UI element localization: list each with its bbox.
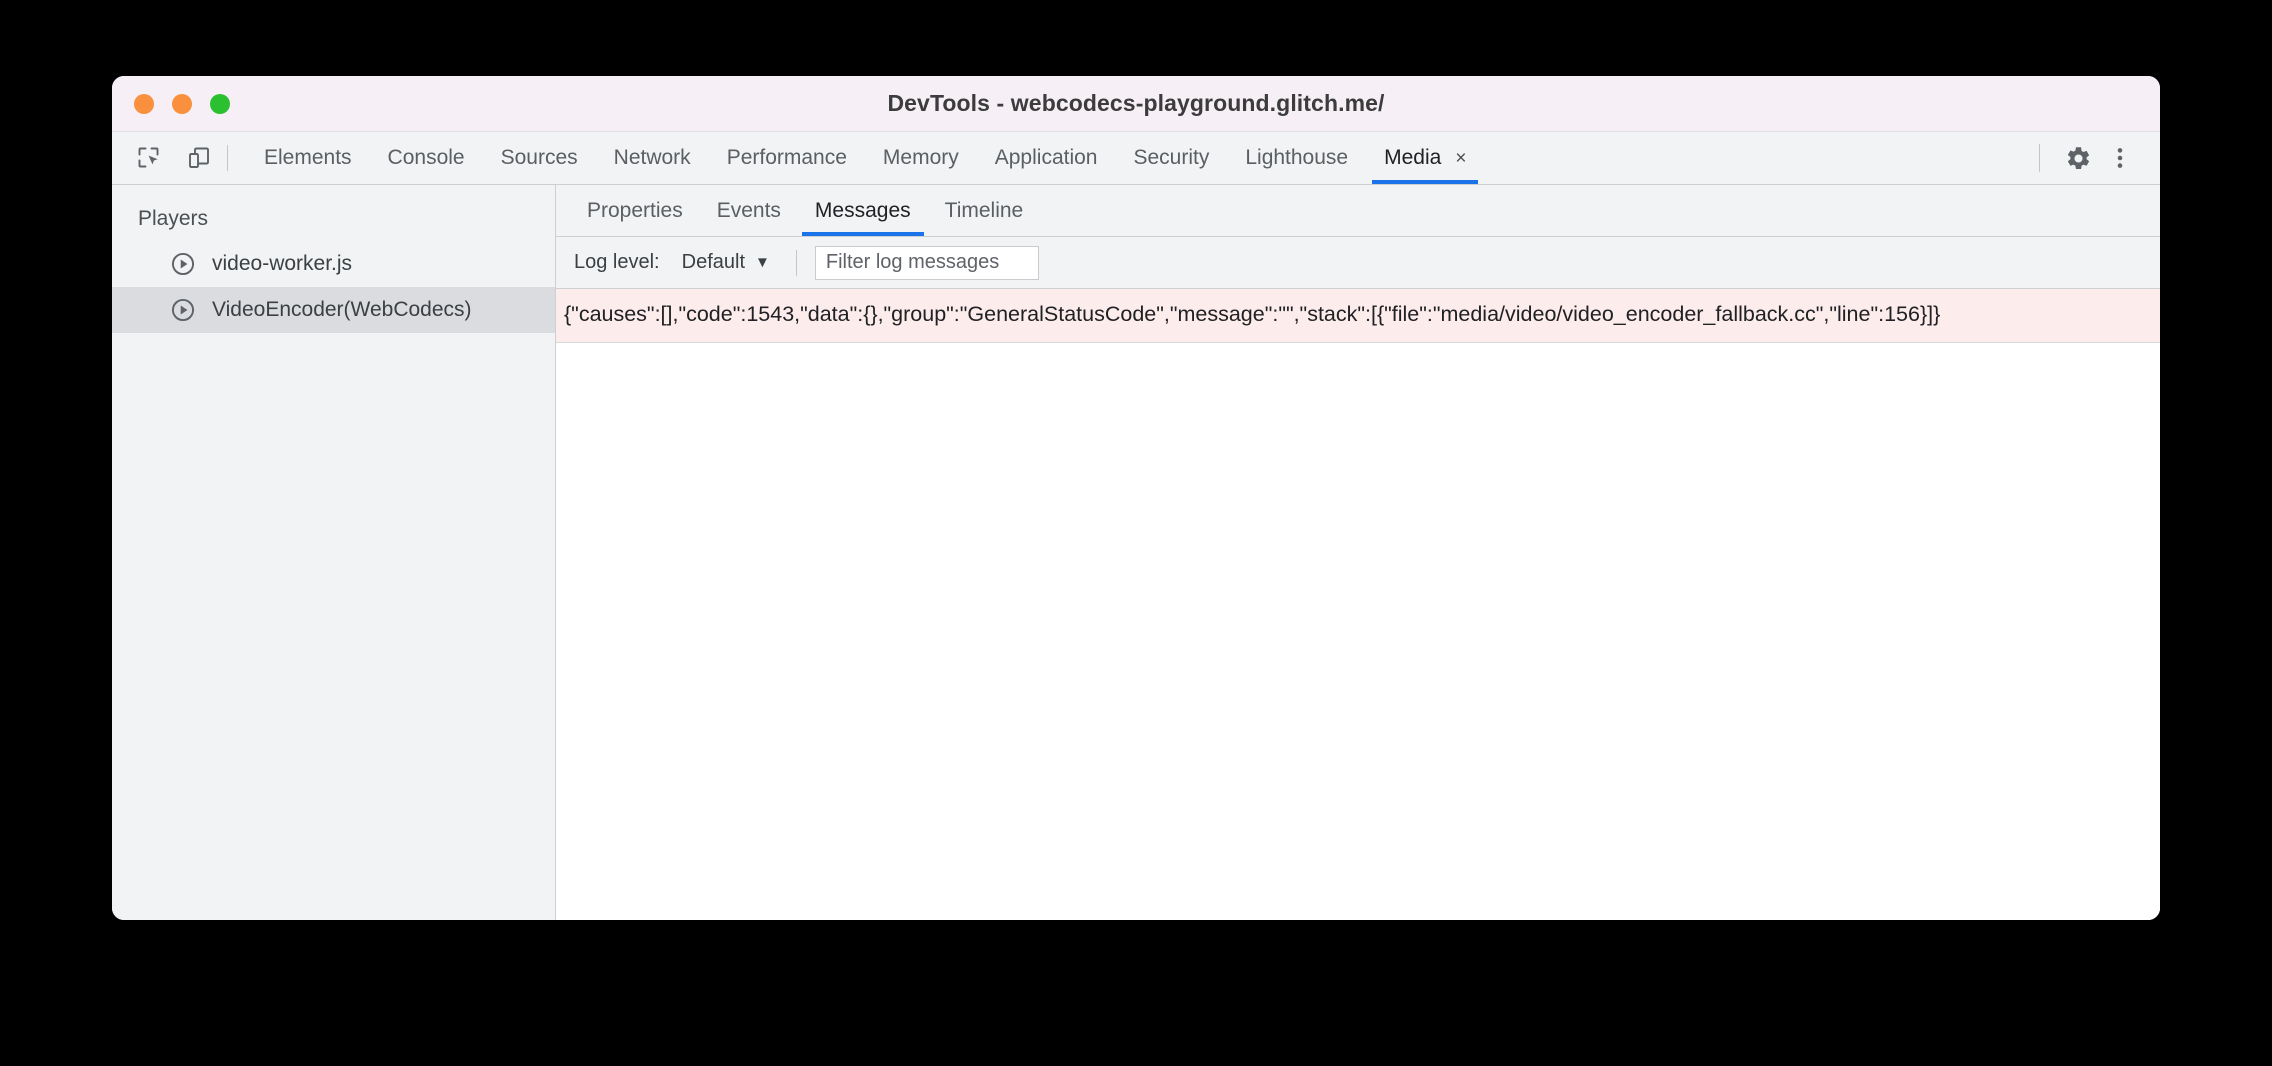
subtab-label: Messages (814, 198, 911, 222)
log-level-label: Log level: (574, 251, 660, 273)
tab-label: Sources (500, 146, 578, 169)
tab-label: Media (1384, 146, 1442, 169)
tab-label: Elements (264, 146, 352, 169)
player-label: video-worker.js (212, 252, 353, 275)
messages-toolbar: Log level: Default ▼ (556, 237, 2160, 289)
play-circle-icon (171, 252, 195, 276)
tab-sources[interactable]: Sources (483, 132, 596, 184)
devtools-window: DevTools - webcodecs-playground.glitch.m… (112, 76, 2160, 920)
log-level-value: Default (681, 251, 745, 273)
maximize-window-button[interactable] (210, 93, 230, 114)
filter-log-messages-input[interactable] (814, 245, 1039, 280)
minimize-window-button[interactable] (172, 93, 192, 114)
inspect-element-button[interactable] (131, 140, 167, 176)
tab-media[interactable]: Media × (1366, 132, 1484, 184)
gear-icon (2067, 146, 2089, 169)
title-bar: DevTools - webcodecs-playground.glitch.m… (112, 76, 2160, 132)
message-row[interactable]: {"causes":[],"code":1543,"data":{},"grou… (556, 289, 2160, 344)
log-level-dropdown[interactable]: Default ▼ (674, 247, 778, 278)
tab-label: Performance (726, 146, 847, 169)
tab-lighthouse[interactable]: Lighthouse (1227, 132, 1366, 184)
subtab-label: Events (716, 198, 781, 222)
tab-label: Console (387, 146, 465, 169)
subtab-label: Properties (587, 198, 683, 222)
tab-performance[interactable]: Performance (709, 132, 865, 184)
more-options-button[interactable] (2102, 140, 2138, 176)
player-subtab-bar: Properties Events Messages Timeline (556, 185, 2160, 237)
inspect-element-icon (138, 147, 159, 168)
main-tab-bar: Elements Console Sources Network Perform… (112, 132, 2160, 185)
subtab-messages[interactable]: Messages (798, 185, 928, 236)
window-title: DevTools - webcodecs-playground.glitch.m… (887, 90, 1385, 116)
more-vertical-icon (2117, 148, 2123, 168)
tab-elements[interactable]: Elements (246, 132, 370, 184)
tab-memory[interactable]: Memory (865, 132, 977, 184)
player-detail-panel: Properties Events Messages Timeline Log … (556, 185, 2160, 920)
right-divider (2039, 144, 2040, 172)
settings-button[interactable] (2060, 140, 2096, 176)
tab-label: Application (994, 146, 1098, 169)
subtab-properties[interactable]: Properties (570, 185, 700, 236)
sidebar-title: Players (138, 207, 209, 230)
tab-label: Memory (882, 146, 959, 169)
window-controls (134, 93, 230, 114)
device-toolbar-button[interactable] (181, 140, 217, 176)
messages-list[interactable]: {"causes":[],"code":1543,"data":{},"grou… (556, 289, 2160, 920)
chevron-down-icon: ▼ (755, 254, 770, 271)
subtab-timeline[interactable]: Timeline (928, 185, 1041, 236)
panel-tabs: Elements Console Sources Network Perform… (228, 132, 1484, 184)
player-label: VideoEncoder(WebCodecs) (212, 298, 472, 321)
device-toolbar-icon (189, 147, 209, 168)
devtools-tool-icons (112, 132, 227, 184)
subtab-label: Timeline (944, 198, 1024, 222)
tab-label: Security (1133, 146, 1210, 169)
subtab-events[interactable]: Events (700, 185, 798, 236)
tabbar-right-controls (2039, 132, 2160, 184)
tab-application[interactable]: Application (977, 132, 1116, 184)
sidebar-item-video-worker[interactable]: video-worker.js (112, 241, 555, 287)
devtools-body: Players video-worker.js VideoEncoder(Web… (112, 185, 2160, 920)
sidebar-item-video-encoder[interactable]: VideoEncoder(WebCodecs) (112, 287, 555, 333)
tab-label: Network (613, 146, 691, 169)
logbar-divider (795, 249, 797, 276)
tab-security[interactable]: Security (1115, 132, 1227, 184)
close-window-button[interactable] (134, 93, 154, 114)
tab-network[interactable]: Network (596, 132, 709, 184)
players-sidebar: Players video-worker.js VideoEncoder(Web… (112, 185, 556, 920)
tab-label: Lighthouse (1245, 146, 1349, 169)
play-circle-icon (171, 298, 195, 322)
tab-console[interactable]: Console (370, 132, 483, 184)
close-tab-icon[interactable]: × (1455, 149, 1466, 168)
